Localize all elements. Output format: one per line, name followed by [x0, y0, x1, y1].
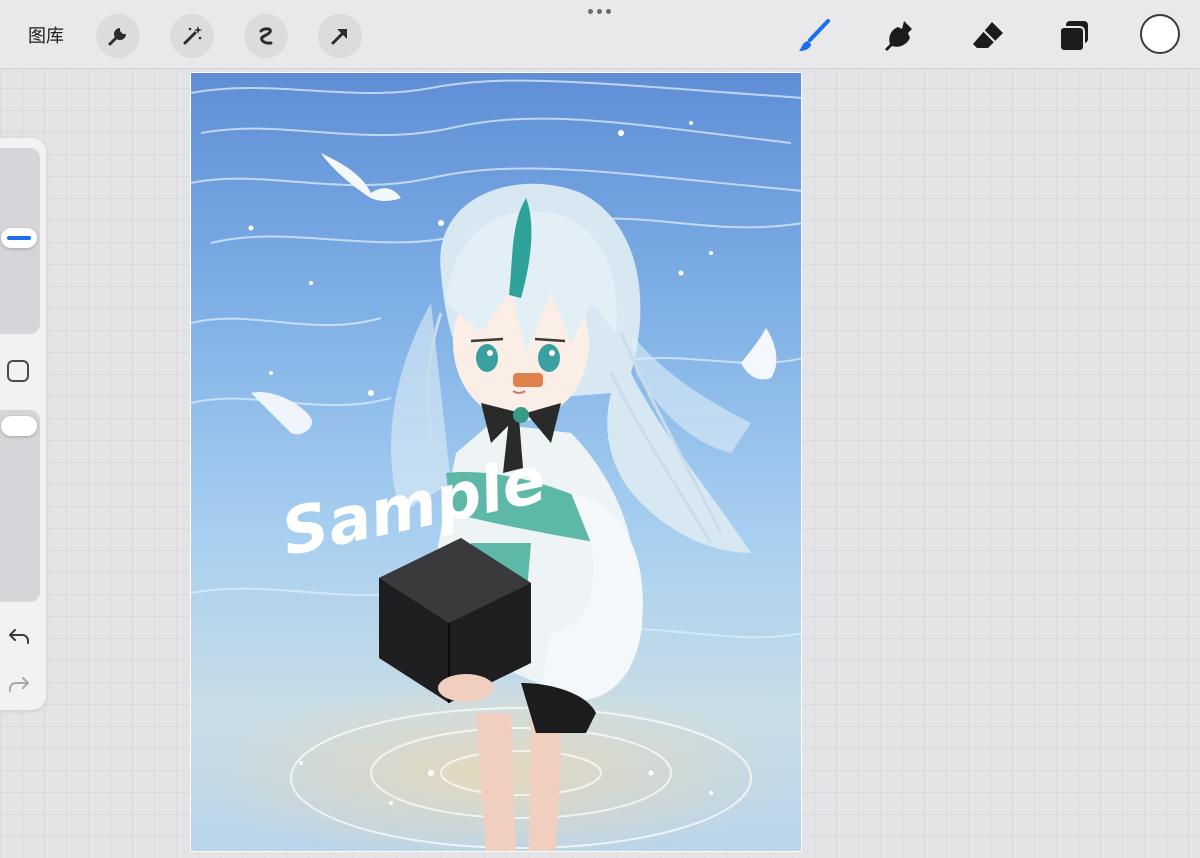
- undo-button[interactable]: [7, 626, 31, 651]
- handle-dot: [588, 9, 593, 14]
- handle-dot: [606, 9, 611, 14]
- artwork-illustration: Sample: [191, 73, 801, 851]
- drawing-canvas[interactable]: Sample: [190, 72, 802, 852]
- brush-icon: [799, 19, 830, 51]
- eraser-tool-button[interactable]: [968, 16, 1008, 56]
- wrench-icon: [108, 28, 126, 46]
- eraser-icon: [973, 22, 1003, 48]
- left-sidebar: [0, 138, 46, 710]
- brush-size-thumb[interactable]: [1, 228, 37, 248]
- color-picker-button[interactable]: [1140, 14, 1180, 54]
- smudge-tool-button[interactable]: [880, 16, 920, 56]
- redo-button[interactable]: [7, 674, 31, 699]
- opacity-thumb[interactable]: [1, 416, 37, 436]
- selection-button[interactable]: [244, 14, 288, 58]
- gallery-button[interactable]: 图库: [28, 22, 64, 48]
- actions-button[interactable]: [96, 14, 140, 58]
- layers-button[interactable]: [1054, 16, 1094, 56]
- transform-arrow-icon: [331, 29, 347, 45]
- opacity-slider[interactable]: [0, 410, 40, 602]
- selection-icon: [259, 27, 273, 45]
- brush-size-indicator: [7, 236, 31, 240]
- top-toolbar: 图库: [0, 0, 1200, 69]
- redo-icon: [9, 677, 29, 692]
- brush-size-slider[interactable]: [0, 148, 40, 334]
- modify-button[interactable]: [7, 360, 29, 382]
- layers-icon: [1059, 21, 1088, 52]
- smudge-icon: [885, 21, 912, 51]
- transform-button[interactable]: [318, 14, 362, 58]
- handle-dot: [597, 9, 602, 14]
- toolbar-drag-handle[interactable]: [588, 9, 611, 14]
- undo-icon: [9, 629, 29, 644]
- paint-tool-button[interactable]: [794, 16, 834, 56]
- adjustments-button[interactable]: [170, 14, 214, 58]
- magic-wand-icon: [183, 26, 202, 45]
